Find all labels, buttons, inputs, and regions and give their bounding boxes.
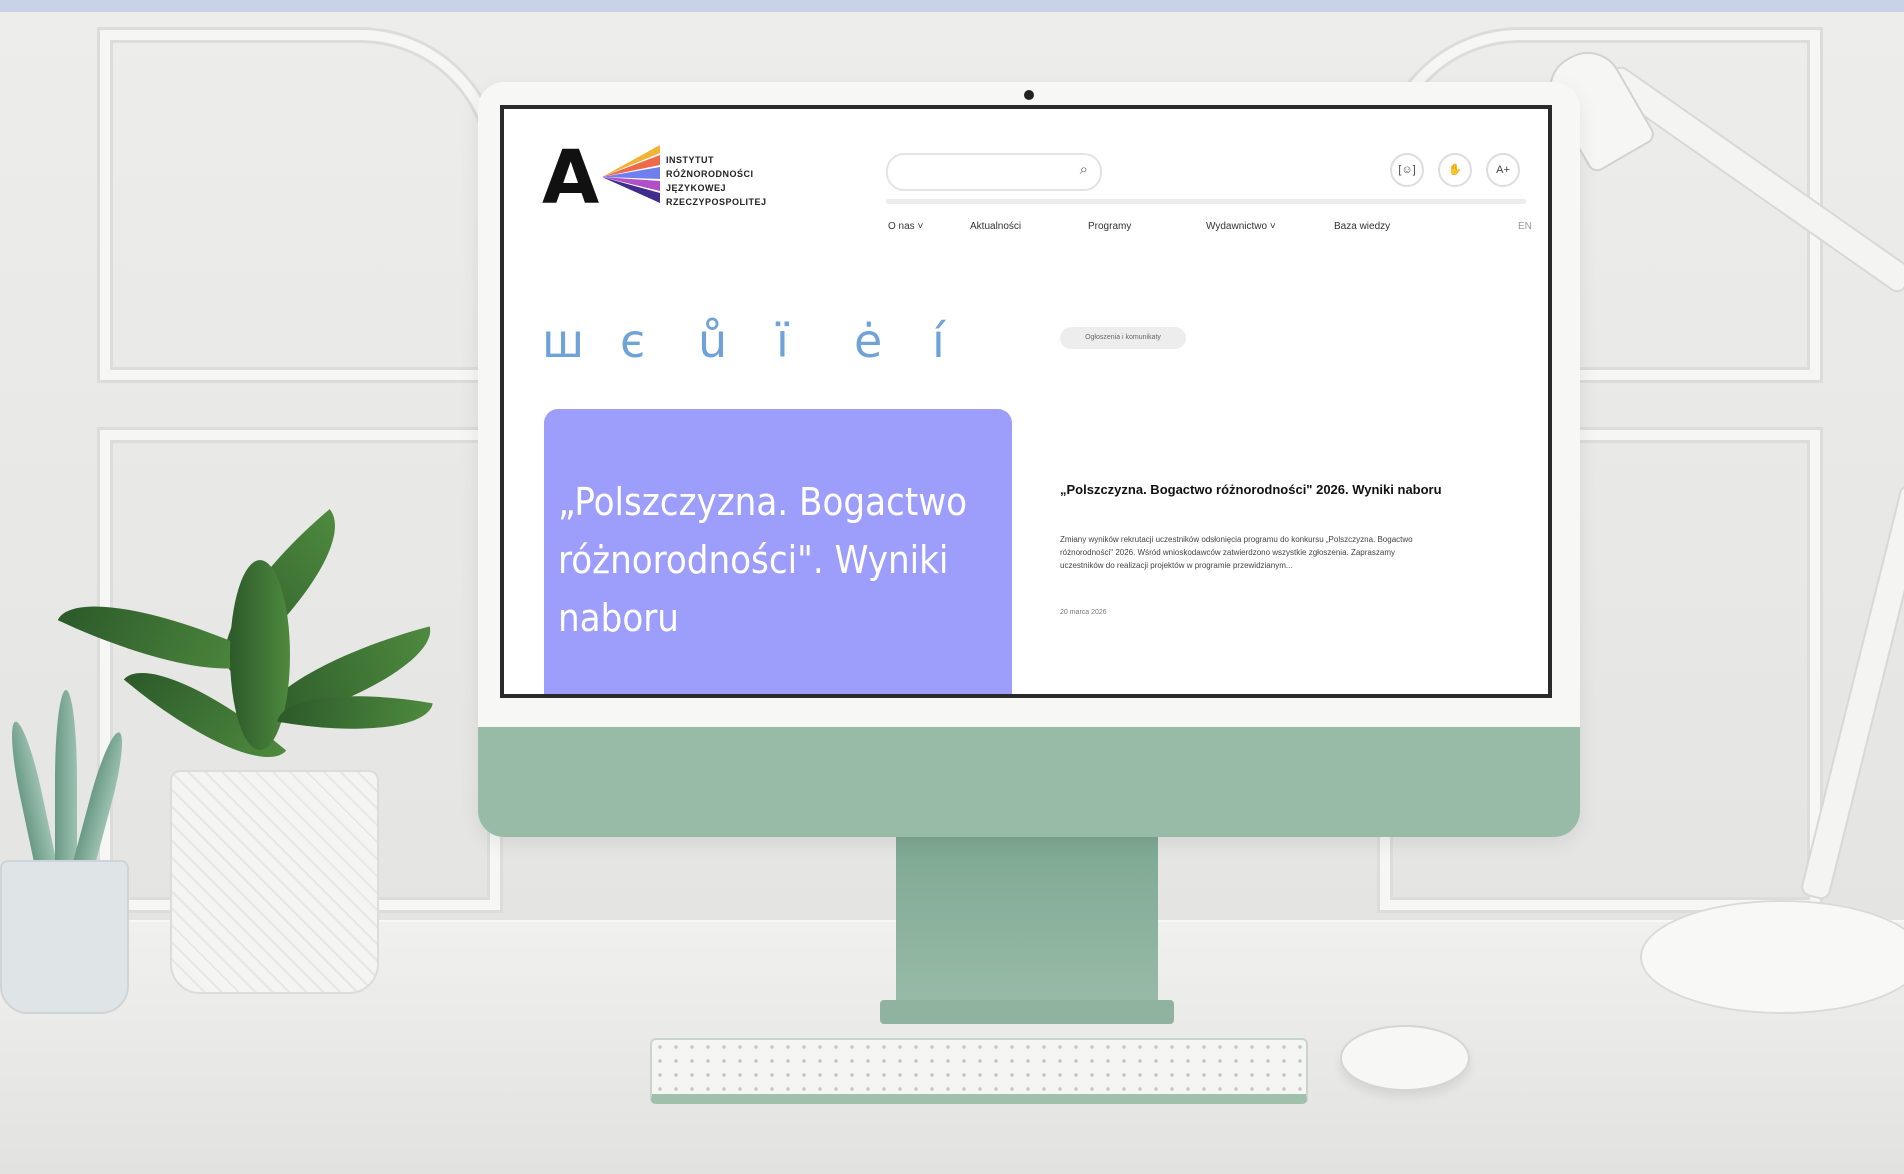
font-size-button[interactable]: A+ <box>1486 153 1520 187</box>
contrast-button[interactable]: [☺] <box>1390 153 1424 187</box>
search-input[interactable]: ⌕ <box>886 153 1102 191</box>
hero-card[interactable]: „Polszczyzna. Bogactwo różnorodności". W… <box>544 409 1012 694</box>
monitor-stand-base <box>880 1000 1174 1024</box>
article-tag[interactable]: Ogłoszenia i komunikaty <box>1060 327 1186 349</box>
language-switch[interactable]: EN <box>1518 221 1532 232</box>
logo-line: INSTYTUT <box>666 155 714 165</box>
nav-item-wydawnictwo[interactable]: Wydawnictwo ˅ <box>1206 221 1276 232</box>
monitor-chin <box>478 727 1580 837</box>
logo-letter: A <box>542 139 599 209</box>
mouse <box>1340 1025 1470 1091</box>
website-screen: A INSTYTUT RÓŻNORODNOŚCI JĘZYKOWEJ RZECZ… <box>500 105 1552 698</box>
hero-glyph: є <box>620 314 646 368</box>
search-icon[interactable]: ⌕ <box>1080 161 1088 178</box>
logo-line: RÓŻNORODNOŚCI <box>666 169 754 179</box>
nav-item-baza-wiedzy[interactable]: Baza wiedzy <box>1334 221 1390 232</box>
header-divider <box>886 199 1526 204</box>
article-excerpt: Zmiany wyników rekrutacji uczestników od… <box>1060 535 1413 570</box>
hero-glyph: í <box>932 314 945 368</box>
sign-language-button[interactable]: ✋ <box>1438 153 1472 187</box>
hero-glyph: ï <box>776 314 789 368</box>
hero-title: „Polszczyzna. Bogactwo różnorodności". W… <box>558 480 968 640</box>
hero-glyph: ė <box>854 314 883 368</box>
succulent-leaf <box>55 690 77 870</box>
hero-glyph: ů <box>698 314 728 368</box>
nav-item-aktualnosci[interactable]: Aktualności <box>970 221 1021 232</box>
camera-icon <box>1024 90 1034 100</box>
logo-text: INSTYTUT RÓŻNORODNOŚCI JĘZYKOWEJ RZECZYP… <box>666 153 806 209</box>
article-date: 20 marca 2026 <box>1060 609 1107 616</box>
logo-line: RZECZYPOSPOLITEJ <box>666 197 767 207</box>
hero-glyph: ш <box>542 314 585 368</box>
desk-lamp-base <box>1640 900 1904 1014</box>
succulent-pot <box>0 860 129 1014</box>
keyboard <box>650 1038 1308 1104</box>
plant-pot <box>170 770 379 994</box>
hero-glyphs: шєůï ėí <box>542 314 1012 374</box>
nav-item-o-nas[interactable]: O nas ˅ <box>888 221 923 232</box>
main-nav: O nas ˅ Aktualności Programy Wydawnictwo… <box>888 221 1548 241</box>
monitor-stand <box>896 835 1158 1015</box>
article-title[interactable]: „Polszczyzna. Bogactwo różnorodności" 20… <box>1060 481 1500 499</box>
wall-panel <box>100 30 500 380</box>
nav-item-programy[interactable]: Programy <box>1088 221 1131 232</box>
logo-line: JĘZYKOWEJ <box>666 183 727 193</box>
